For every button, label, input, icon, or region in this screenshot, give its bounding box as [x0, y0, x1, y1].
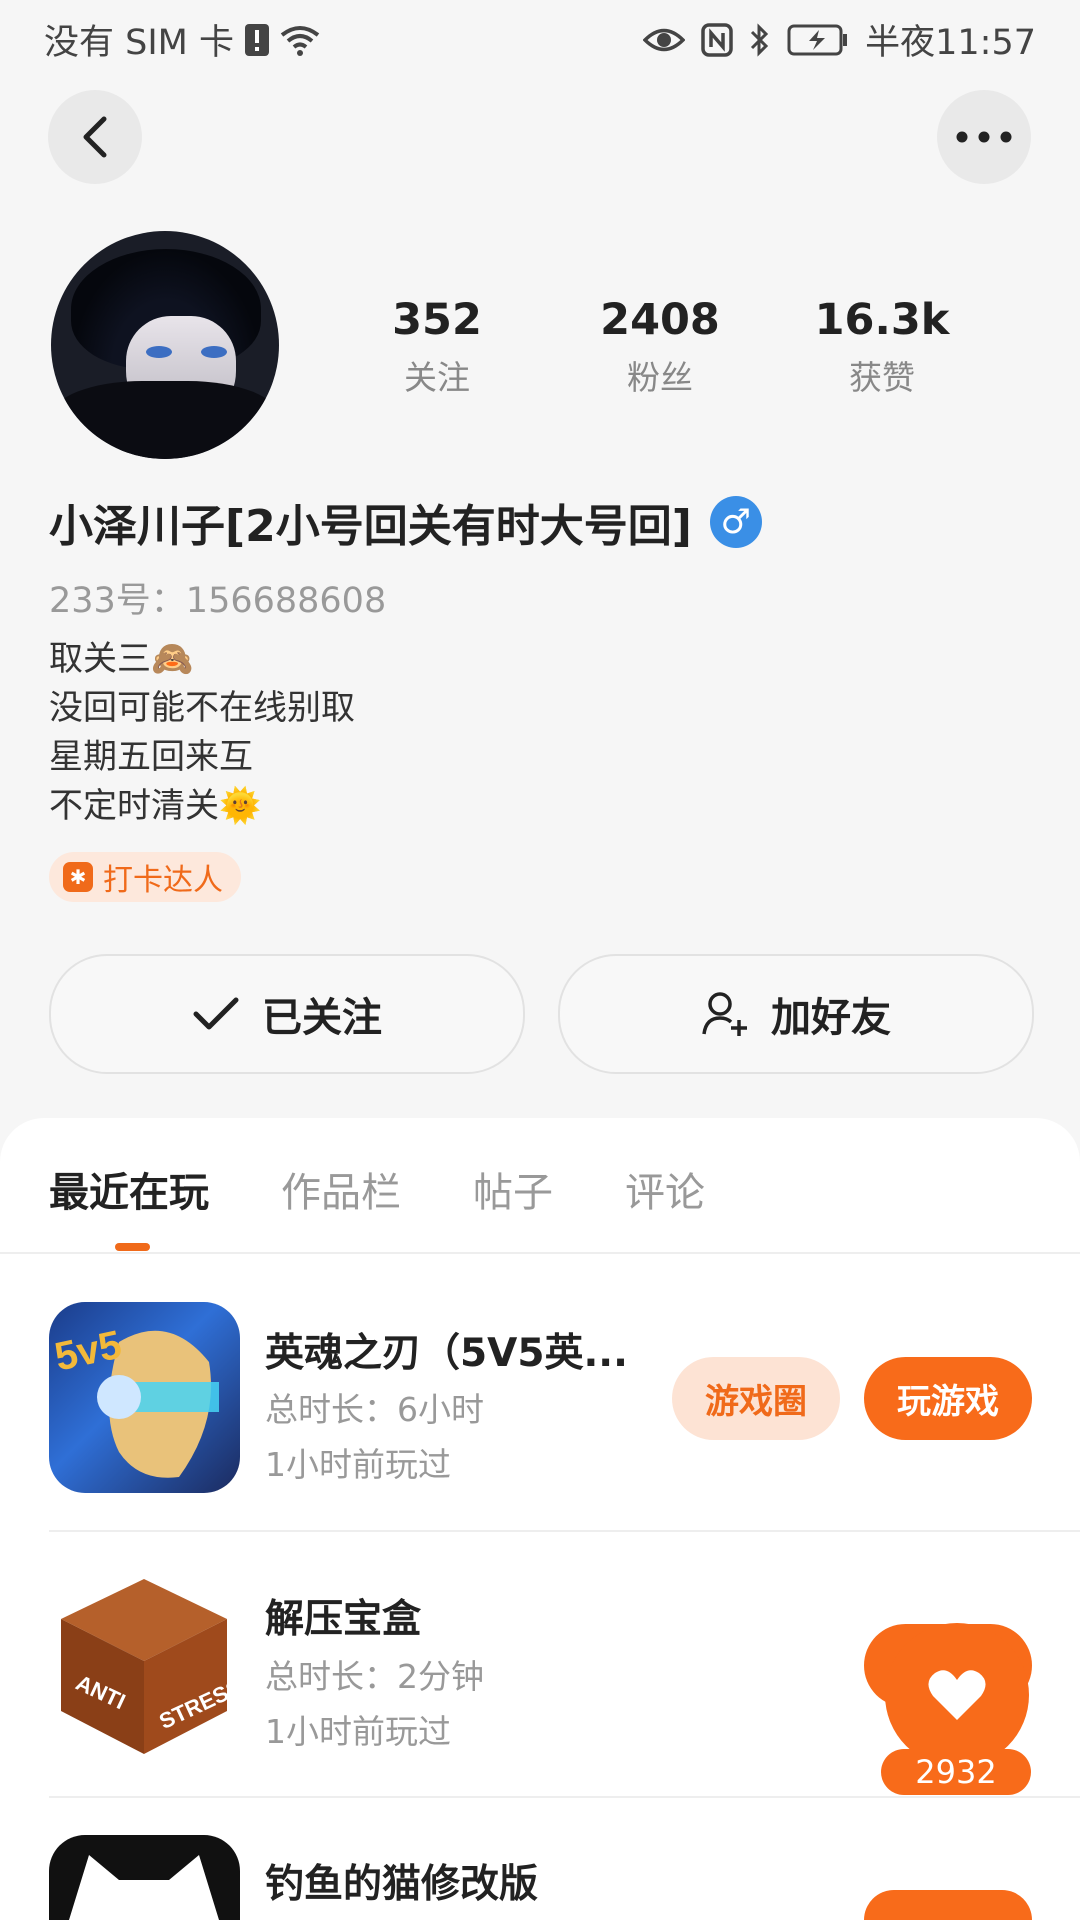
- game-last-played: 1小时前玩过: [265, 1445, 451, 1484]
- checkin-badge[interactable]: ✱ 打卡达人: [49, 852, 241, 902]
- stat-following[interactable]: 352 关注: [357, 295, 517, 399]
- add-friend-label: 加好友: [771, 995, 891, 1041]
- stat-label: 粉丝: [627, 358, 693, 397]
- badge-icon: ✱: [63, 862, 93, 892]
- badge-label: 打卡达人: [103, 863, 223, 898]
- divider: [0, 1252, 1080, 1254]
- like-button[interactable]: [885, 1623, 1029, 1767]
- user-id: 233号：156688608: [49, 581, 387, 621]
- tab-comments[interactable]: 评论: [625, 1160, 705, 1218]
- game-title[interactable]: 钓鱼的猫修改版: [265, 1853, 538, 1909]
- tab-posts[interactable]: 帖子: [473, 1160, 553, 1218]
- heart-icon: [928, 1670, 986, 1720]
- status-bar-left: 没有 SIM 卡: [44, 14, 320, 65]
- bio: 取关三🙈 没回可能不在线别取 星期五回来互 不定时清关🌞: [49, 635, 355, 831]
- add-user-icon: [702, 992, 747, 1036]
- game-icon-antistress[interactable]: ANTI STRESS: [49, 1569, 240, 1760]
- profile-name-row: 小泽川子[2小号回关有时大号回] ♂: [49, 490, 762, 554]
- play-game-button[interactable]: [864, 1890, 1032, 1920]
- profile-name: 小泽川子[2小号回关有时大号回]: [49, 501, 692, 552]
- divider: [49, 1530, 1080, 1532]
- more-button[interactable]: [937, 90, 1031, 184]
- followed-button[interactable]: 已关注: [49, 954, 525, 1074]
- followed-label: 已关注: [262, 995, 382, 1041]
- bluetooth-icon: [749, 22, 771, 58]
- bio-line: 取关三🙈: [49, 639, 194, 679]
- more-dots-icon: [956, 131, 1012, 143]
- game-icon-yinghun[interactable]: 5v5: [49, 1302, 240, 1493]
- stat-value: 2408: [600, 295, 720, 345]
- divider: [49, 1796, 1080, 1798]
- stat-value: 16.3k: [814, 295, 950, 345]
- content-card: [0, 1118, 1080, 1920]
- game-last-played: 1小时前玩过: [265, 1712, 451, 1751]
- stat-value: 352: [392, 295, 482, 345]
- check-icon: [193, 997, 239, 1030]
- add-friend-button[interactable]: 加好友: [558, 954, 1034, 1074]
- tab-indicator: [115, 1243, 150, 1251]
- eye-icon: [643, 25, 686, 55]
- game-duration: 总时长：6小时: [265, 1390, 484, 1429]
- game-icon-fishing-cat[interactable]: [49, 1835, 240, 1920]
- like-count: 2932: [881, 1749, 1031, 1795]
- stat-label: 获赞: [849, 358, 915, 397]
- game-title[interactable]: 英魂之刃（5V5英...: [265, 1322, 628, 1378]
- bio-line: 不定时清关🌞: [49, 786, 262, 826]
- game-duration: 总时长：2分钟: [265, 1657, 484, 1696]
- male-gender-icon: ♂: [709, 496, 762, 548]
- play-game-button[interactable]: 玩游戏: [864, 1357, 1032, 1440]
- tab-bar: 最近在玩 作品栏 帖子 评论: [49, 1160, 705, 1218]
- avatar[interactable]: [51, 231, 279, 459]
- wifi-icon: [280, 23, 320, 57]
- tab-recently-played[interactable]: 最近在玩: [49, 1160, 209, 1218]
- sim-alert-icon: [244, 23, 270, 57]
- stat-label: 关注: [404, 358, 470, 397]
- game-circle-button[interactable]: 游戏圈: [672, 1357, 840, 1440]
- nfc-icon: [701, 22, 733, 57]
- bio-line: 星期五回来互: [49, 737, 253, 777]
- stat-followers[interactable]: 2408 粉丝: [580, 295, 740, 399]
- carrier-text: 没有 SIM 卡: [44, 23, 234, 63]
- clock-text: 半夜11:57: [865, 23, 1036, 63]
- tab-works[interactable]: 作品栏: [281, 1160, 401, 1218]
- chevron-left-icon: [83, 116, 107, 158]
- game-title[interactable]: 解压宝盒: [265, 1588, 421, 1644]
- stat-likes[interactable]: 16.3k 获赞: [802, 295, 962, 399]
- status-bar-right: 半夜11:57: [643, 14, 1036, 65]
- bio-line: 没回可能不在线别取: [49, 688, 355, 728]
- back-button[interactable]: [48, 90, 142, 184]
- battery-icon: [787, 24, 849, 56]
